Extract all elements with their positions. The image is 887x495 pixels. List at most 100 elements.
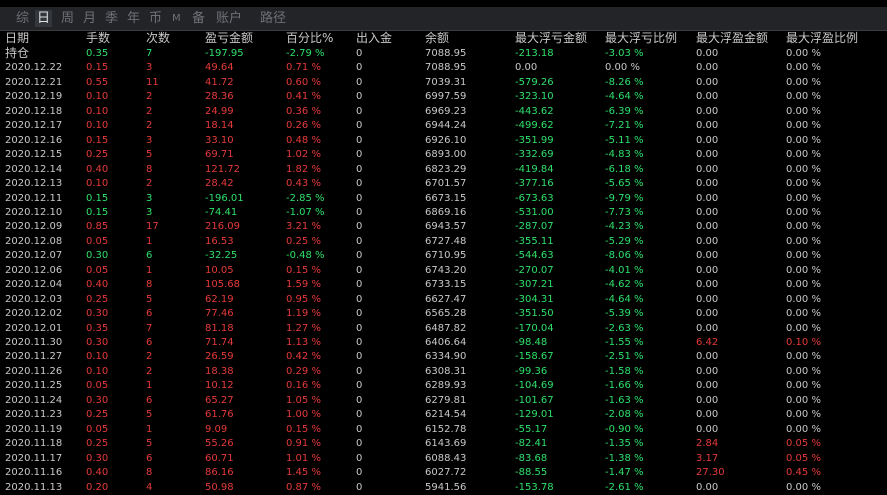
table-row[interactable]: 2020.12.16 0.15 3 33.10 0.48 % 0 6926.10 -351.9… — [0, 133, 887, 148]
cell-count: 2 — [146, 351, 153, 363]
cell-max-floating-profit-pct: 0.00 % — [786, 394, 821, 406]
table-row[interactable]: 2020.11.27 0.10 2 26.59 0.42 % 0 6334.90 -158.6… — [0, 349, 887, 364]
column-header-max-floating-loss-pct[interactable]: 最大浮亏比例 — [605, 31, 677, 46]
cell-pnl-amount: 55.26 — [205, 438, 234, 450]
cell-balance: 6893.00 — [425, 149, 467, 161]
column-header-pnl-amount[interactable]: 盈亏金额 — [205, 31, 253, 46]
table-row[interactable]: 2020.11.17 0.30 6 60.71 1.01 % 0 6088.43 -83.68… — [0, 451, 887, 466]
cell-max-floating-profit-pct: 0.45 % — [786, 467, 821, 479]
cell-max-floating-profit: 0.00 — [696, 264, 719, 276]
cell-max-floating-loss-pct: -2.51 % — [605, 351, 644, 363]
cell-percent: 1.05 % — [286, 394, 321, 406]
cell-pnl-amount: -196.01 — [205, 192, 244, 204]
table-row[interactable]: 2020.12.14 0.40 8 121.72 1.82 % 0 6823.29 -419.… — [0, 162, 887, 177]
cell-max-floating-profit-pct: 0.00 % — [786, 423, 821, 435]
cell-percent: 0.15 % — [286, 423, 321, 435]
cell-max-floating-loss-pct: -1.38 % — [605, 452, 644, 464]
column-header-percent[interactable]: 百分比% — [286, 31, 333, 46]
table-row[interactable]: 2020.12.22 0.15 3 49.64 0.71 % 0 7088.95 0.00 0.… — [0, 60, 887, 75]
table-row[interactable]: 2020.12.18 0.10 2 24.99 0.36 % 0 6969.23 -443.6… — [0, 104, 887, 119]
tab-month[interactable]: 月 — [83, 10, 96, 27]
column-header-max-floating-profit-pct[interactable]: 最大浮盈比例 — [786, 31, 858, 46]
table-row[interactable]: 2020.12.04 0.40 8 105.68 1.59 % 0 6733.15 -307.… — [0, 277, 887, 292]
cell-max-floating-loss: -419.84 — [515, 163, 554, 175]
column-header-max-floating-profit[interactable]: 最大浮盈金额 — [696, 31, 768, 46]
cell-percent: 1.45 % — [286, 467, 321, 479]
cell-count: 3 — [146, 134, 153, 146]
table-row[interactable]: 2020.12.10 0.15 3 -74.41 -1.07 % 0 6869.16 -531… — [0, 205, 887, 220]
tab-week[interactable]: 周 — [61, 10, 74, 27]
table-row[interactable]: 2020.12.11 0.15 3 -196.01 -2.85 % 0 6673.15 -67… — [0, 191, 887, 206]
table-row[interactable]: 2020.12.19 0.10 2 28.36 0.41 % 0 6997.59 -323.1… — [0, 89, 887, 104]
table-row[interactable]: 2020.12.17 0.10 2 18.14 0.26 % 0 6944.24 -499.6… — [0, 118, 887, 133]
cell-pnl-amount: -32.25 — [205, 250, 238, 262]
table-row[interactable]: 2020.12.06 0.05 1 10.05 0.15 % 0 6743.20 -270.0… — [0, 263, 887, 278]
tab-account[interactable]: 账户 — [216, 10, 242, 27]
tab-note[interactable]: 备 — [192, 10, 205, 27]
table-row[interactable]: 2020.11.23 0.25 5 61.76 1.00 % 0 6214.54 -129.0… — [0, 407, 887, 422]
cell-cash-flow: 0 — [356, 149, 363, 161]
cell-count: 5 — [146, 293, 153, 305]
table-row[interactable]: 2020.12.02 0.30 6 77.46 1.19 % 0 6565.28 -351.5… — [0, 306, 887, 321]
cell-percent: 0.41 % — [286, 91, 321, 103]
cell-lots: 0.05 — [86, 380, 109, 392]
tab-currency[interactable]: 币 — [149, 10, 162, 27]
cell-max-floating-profit: 0.00 — [696, 134, 719, 146]
cell-cash-flow: 0 — [356, 221, 363, 233]
column-header-date[interactable]: 日期 — [5, 31, 29, 46]
cell-count: 3 — [146, 206, 153, 218]
table-row[interactable]: 2020.11.18 0.25 5 55.26 0.91 % 0 6143.69 -82.41… — [0, 436, 887, 451]
table-row-position[interactable]: 持仓 0.35 7 -197.95 -2.79 % 0 7088.95 -213.18 -3.0… — [0, 46, 887, 61]
cell-max-floating-profit-pct: 0.00 % — [786, 279, 821, 291]
table-row[interactable]: 2020.12.07 0.30 6 -32.25 -0.48 % 0 6710.95 -544… — [0, 248, 887, 263]
cell-pnl-amount: 18.38 — [205, 365, 234, 377]
cell-count: 6 — [146, 394, 153, 406]
table-row[interactable]: 2020.11.13 0.20 4 50.98 0.87 % 0 5941.56 -153.7… — [0, 480, 887, 495]
cell-percent: -2.79 % — [286, 48, 325, 59]
cell-max-floating-loss: -88.55 — [515, 467, 548, 479]
table-row[interactable]: 2020.11.24 0.30 6 65.27 1.05 % 0 6279.81 -101.6… — [0, 393, 887, 408]
cell-date: 2020.12.07 — [5, 250, 63, 262]
tab-day[interactable]: 日 — [35, 10, 53, 27]
cell-max-floating-profit: 0.00 — [696, 380, 719, 392]
table-row[interactable]: 2020.12.21 0.55 11 41.72 0.60 % 0 7039.31 -579.… — [0, 75, 887, 90]
column-header-max-floating-loss[interactable]: 最大浮亏金额 — [515, 31, 587, 46]
tab-summary[interactable]: 综 — [16, 10, 29, 27]
cell-max-floating-profit-pct: 0.00 % — [786, 293, 821, 305]
tab-year[interactable]: 年 — [127, 10, 140, 27]
cell-max-floating-loss-pct: -1.35 % — [605, 438, 644, 450]
column-header-count[interactable]: 次数 — [146, 31, 170, 46]
cell-pnl-amount: 50.98 — [205, 481, 234, 493]
table-row[interactable]: 2020.12.15 0.25 5 69.71 1.02 % 0 6893.00 -332.6… — [0, 147, 887, 162]
cell-lots: 0.15 — [86, 206, 109, 218]
table-row[interactable]: 2020.11.30 0.30 6 71.74 1.13 % 0 6406.64 -98.48… — [0, 335, 887, 350]
cell-max-floating-profit: 0.00 — [696, 192, 719, 204]
table-row[interactable]: 2020.12.13 0.10 2 28.42 0.43 % 0 6701.57 -377.1… — [0, 176, 887, 191]
cell-pnl-amount: 216.09 — [205, 221, 240, 233]
cell-max-floating-loss-pct: -7.21 % — [605, 120, 644, 132]
column-header-lots[interactable]: 手数 — [86, 31, 110, 46]
cell-balance: 6926.10 — [425, 134, 467, 146]
tab-path[interactable]: 路径 — [260, 10, 286, 27]
cell-date: 2020.12.15 — [5, 149, 63, 161]
table-row[interactable]: 2020.11.25 0.05 1 10.12 0.16 % 0 6289.93 -104.6… — [0, 378, 887, 393]
cell-percent: -1.07 % — [286, 206, 325, 218]
cell-percent: 1.02 % — [286, 149, 321, 161]
table-row[interactable]: 2020.12.01 0.35 7 81.18 1.27 % 0 6487.82 -170.0… — [0, 321, 887, 336]
column-header-balance[interactable]: 余额 — [425, 31, 449, 46]
table-row[interactable]: 2020.12.08 0.05 1 16.53 0.25 % 0 6727.48 -355.1… — [0, 234, 887, 249]
cell-max-floating-loss-pct: -7.73 % — [605, 206, 644, 218]
cell-percent: 0.71 % — [286, 62, 321, 74]
cell-date: 2020.12.09 — [5, 221, 63, 233]
table-row[interactable]: 2020.12.09 0.85 17 216.09 3.21 % 0 6943.57 -287… — [0, 219, 887, 234]
table-row[interactable]: 2020.11.16 0.40 8 86.16 1.45 % 0 6027.72 -88.55… — [0, 465, 887, 480]
table-row[interactable]: 2020.11.26 0.10 2 18.38 0.29 % 0 6308.31 -99.36… — [0, 364, 887, 379]
cell-max-floating-loss-pct: -4.83 % — [605, 149, 644, 161]
cell-count: 7 — [146, 48, 153, 59]
cell-max-floating-loss: -129.01 — [515, 409, 554, 421]
table-row[interactable]: 2020.11.19 0.05 1 9.09 0.15 % 0 6152.78 -55.17 -… — [0, 422, 887, 437]
tab-quarter[interactable]: 季 — [105, 10, 118, 27]
column-header-cash-flow[interactable]: 出入金 — [356, 31, 392, 46]
tab-m[interactable]: M — [172, 10, 181, 27]
table-row[interactable]: 2020.12.03 0.25 5 62.19 0.95 % 0 6627.47 -304.3… — [0, 292, 887, 307]
